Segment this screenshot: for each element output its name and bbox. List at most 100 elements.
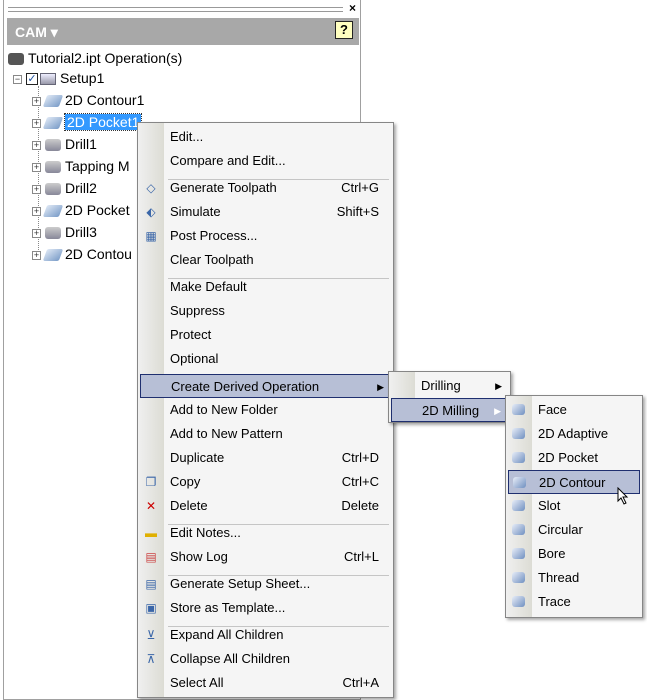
menu-item-label: Delete [170, 498, 208, 513]
submenu-item-circular[interactable]: Circular [508, 518, 640, 542]
tree-item[interactable]: +2D Pocket [32, 200, 130, 220]
face-icon [512, 404, 525, 415]
menu-item-label: Make Default [170, 279, 247, 294]
thread-icon [512, 572, 525, 583]
menu-item-edit-notes[interactable]: ▬ Edit Notes... [140, 521, 391, 545]
menu-item-create-derived-operation[interactable]: Create Derived Operation ▶ [140, 374, 391, 398]
checkbox-checked-icon[interactable]: ✓ [26, 73, 38, 86]
slot-icon [512, 500, 525, 511]
tree-item-label: Tapping M [65, 158, 130, 174]
menu-item-simulate[interactable]: ⬖ Simulate Shift+S [140, 200, 391, 224]
submenu-item-face[interactable]: Face [508, 398, 640, 422]
menu-item-optional[interactable]: Optional [140, 347, 391, 371]
submenu-item-2d-adaptive[interactable]: 2D Adaptive [508, 422, 640, 446]
menu-item-label: Simulate [170, 204, 221, 219]
setup-folder-icon [40, 73, 56, 86]
menu-item-label: Add to New Folder [170, 402, 278, 417]
operations-icon [8, 53, 24, 66]
submenu-item-thread[interactable]: Thread [508, 566, 640, 590]
close-icon[interactable]: × [349, 1, 356, 15]
menu-shortcut: Ctrl+C [341, 474, 379, 489]
tree-item[interactable]: + Drill1 [32, 134, 97, 154]
menu-item-copy[interactable]: ❐ Copy Ctrl+C [140, 470, 391, 494]
menu-item-label: Generate Setup Sheet... [170, 576, 311, 591]
menu-item-label: Select All [170, 675, 224, 690]
expand-icon[interactable]: + [32, 184, 41, 194]
tree-root[interactable]: Tutorial2.ipt Operation(s) [8, 48, 182, 68]
collapse-icon[interactable]: − [13, 74, 22, 84]
tree-item[interactable]: +2D Pocket1 [32, 112, 143, 132]
menu-item-label: Store as Template... [170, 600, 286, 615]
cam-header[interactable]: CAM ▾ ? [7, 18, 359, 45]
menu-shortcut: Ctrl+G [341, 180, 379, 195]
submenu-arrow-icon: ▶ [495, 381, 502, 391]
menu-item-expand-all-children[interactable]: ⊻ Expand All Children [140, 623, 391, 647]
menu-item-add-to-new-pattern[interactable]: Add to New Pattern [140, 422, 391, 446]
menu-item-store-as-template[interactable]: ▣ Store as Template... [140, 596, 391, 620]
drill-icon [45, 183, 61, 196]
menu-item-clear-toolpath[interactable]: Clear Toolpath [140, 248, 391, 272]
menu-shortcut: Ctrl+D [341, 450, 379, 465]
menu-item-label: Generate Toolpath [170, 180, 277, 195]
menu-item-label: Edit Notes... [170, 525, 241, 540]
menu-item-delete[interactable]: ✕ Delete Delete [140, 494, 391, 518]
menu-item-label: Bore [538, 546, 566, 561]
menu-item-label: 2D Milling [422, 403, 480, 418]
menu-item-label: Trace [538, 594, 571, 609]
expand-icon[interactable]: + [32, 250, 41, 260]
bore-icon [512, 548, 525, 559]
tree-item[interactable]: +2D Contou [32, 244, 132, 264]
menu-item-post-process[interactable]: ▦ Post Process... [140, 224, 391, 248]
expand-icon[interactable]: + [32, 228, 41, 238]
drill-icon [45, 161, 61, 174]
menu-item-make-default[interactable]: Make Default [140, 275, 391, 299]
menu-item-generate-setup-sheet[interactable]: ▤ Generate Setup Sheet... [140, 572, 391, 596]
submenu-item-2d-milling[interactable]: 2D Milling ▶ [391, 398, 508, 422]
menu-item-edit[interactable]: Edit... [140, 125, 391, 149]
submenu-item-trace[interactable]: Trace [508, 590, 640, 614]
submenu-item-2d-pocket[interactable]: 2D Pocket [508, 446, 640, 470]
pocket-icon [42, 205, 64, 218]
menu-item-protect[interactable]: Protect [140, 323, 391, 347]
tree-item[interactable]: +2D Contour1 [32, 90, 144, 110]
tree-item[interactable]: + Drill2 [32, 178, 97, 198]
panel-grip[interactable] [8, 7, 343, 12]
menu-item-select-all[interactable]: Select All Ctrl+A [140, 671, 391, 695]
menu-item-label: Optional [170, 351, 219, 366]
menu-item-label: Show Log [170, 549, 228, 564]
contour-icon [42, 249, 64, 262]
expand-icon[interactable]: + [32, 96, 41, 106]
contour-icon [42, 95, 64, 108]
submenu-arrow-icon: ▶ [494, 406, 501, 416]
menu-item-suppress[interactable]: Suppress [140, 299, 391, 323]
menu-item-add-to-new-folder[interactable]: Add to New Folder [140, 398, 391, 422]
tree-setup[interactable]: − ✓ Setup1 [13, 68, 104, 88]
post-process-icon: ▦ [145, 229, 157, 243]
menu-item-generate-toolpath[interactable]: ◇ Generate Toolpath Ctrl+G [140, 176, 391, 200]
menu-item-label: Clear Toolpath [170, 252, 254, 267]
help-icon[interactable]: ? [335, 21, 353, 39]
tree-item[interactable]: + Drill3 [32, 222, 97, 242]
expand-icon[interactable]: + [32, 206, 41, 216]
tree-item-label: 2D Contour1 [65, 92, 145, 108]
menu-item-collapse-all-children[interactable]: ⊼ Collapse All Children [140, 647, 391, 671]
expand-icon[interactable]: + [32, 140, 41, 150]
pocket-icon [42, 117, 64, 130]
tree-item[interactable]: + Tapping M [32, 156, 130, 176]
submenu-item-drilling[interactable]: Drilling ▶ [391, 374, 508, 398]
expand-icon[interactable]: + [32, 118, 41, 128]
menu-item-label: Edit... [170, 129, 204, 144]
submenu-derived: Drilling ▶ 2D Milling ▶ [388, 371, 511, 423]
toolpath-icon: ◇ [146, 181, 156, 195]
expand-icon[interactable]: + [32, 162, 41, 172]
menu-item-show-log[interactable]: ▤ Show Log Ctrl+L [140, 545, 391, 569]
menu-item-compare-and-edit[interactable]: Compare and Edit... [140, 149, 391, 173]
collapse-icon: ⊼ [146, 652, 156, 666]
menu-item-label: Duplicate [170, 450, 225, 465]
menu-shortcut: Ctrl+L [343, 549, 379, 564]
menu-item-duplicate[interactable]: Duplicate Ctrl+D [140, 446, 391, 470]
menu-shortcut: Ctrl+A [342, 675, 379, 690]
submenu-item-bore[interactable]: Bore [508, 542, 640, 566]
submenu-2d-milling: Face 2D Adaptive 2D Pocket 2D Contour Slot Ci… [505, 395, 643, 618]
menu-item-label: 2D Contour [539, 475, 606, 490]
